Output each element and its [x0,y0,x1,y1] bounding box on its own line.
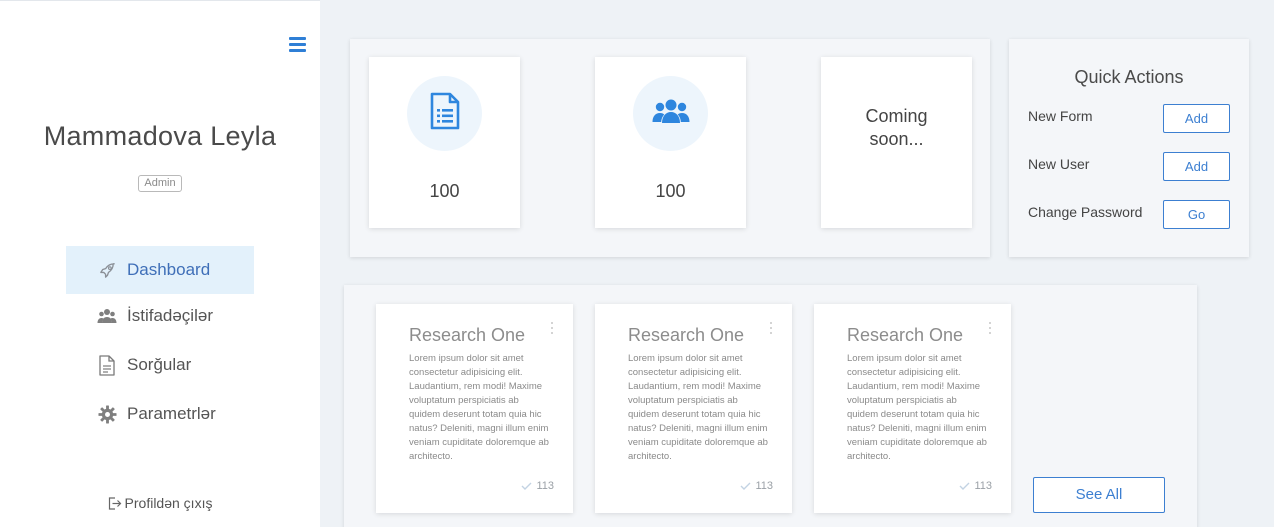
new-form-add-button[interactable]: Add [1163,104,1230,133]
sidebar-item-label: Parametrlər [127,404,216,423]
research-card-description: Lorem ipsum dolor sit amet consectetur a… [847,353,987,462]
more-options-icon[interactable] [550,322,554,338]
gear-icon [97,404,117,424]
logout-link[interactable]: Profildən çıxış [0,495,320,513]
stat-card-coming-soon: Coming soon... [821,57,972,228]
stat-card-forms[interactable]: 100 [369,57,520,228]
change-password-label: Change Password [1028,204,1143,220]
users-icon [97,306,117,326]
sidebar-item-settings[interactable]: Parametrlər [66,390,254,438]
count-value: 113 [974,480,992,492]
sidebar-item-label: Sorğular [127,355,192,374]
sidebar-item-label: Dashboard [127,260,211,279]
sidebar-item-dashboard[interactable]: Dashboard [66,246,254,294]
research-card[interactable]: Research One Lorem ipsum dolor sit amet … [814,304,1011,513]
role-badge: Admin [138,175,182,192]
form-document-icon [430,92,460,135]
quick-actions-title: Quick Actions [1074,67,1184,87]
see-all-button[interactable]: See All [1033,477,1165,513]
hamburger-menu-icon[interactable] [289,37,306,52]
research-card-description: Lorem ipsum dolor sit amet consectetur a… [628,353,768,462]
rocket-icon [97,260,117,280]
count-value: 113 [755,480,773,492]
research-card-description: Lorem ipsum dolor sit amet consectetur a… [409,353,549,462]
research-card[interactable]: Research One Lorem ipsum dolor sit amet … [595,304,792,513]
check-icon [959,482,970,490]
stat-icon-circle [407,76,482,151]
count-value: 113 [536,480,554,492]
more-options-icon[interactable] [769,322,773,338]
research-card-count: 113 [521,480,554,492]
sidebar: Mammadova Leyla Admin Dashboard İstifadə… [0,0,320,527]
research-card-title: Research One [847,325,964,345]
sign-out-icon [108,497,122,513]
user-name: Mammadova Leyla [43,121,277,151]
research-card-count: 113 [959,480,992,492]
new-user-label: New User [1028,156,1090,172]
stat-value: 100 [429,181,460,201]
coming-soon-text: Coming soon... [865,106,928,149]
sidebar-item-surveys[interactable]: Sorğular [66,341,254,389]
change-password-go-button[interactable]: Go [1163,200,1230,229]
quick-actions-panel: Quick Actions New Form Add New User Add … [1009,39,1249,257]
document-icon [97,354,117,376]
users-group-icon [652,98,690,129]
research-card-count: 113 [740,480,773,492]
check-icon [521,482,532,490]
sidebar-item-users[interactable]: İstifadəçilər [66,292,254,340]
sidebar-item-label: İstifadəçilər [127,306,213,325]
new-user-add-button[interactable]: Add [1163,152,1230,181]
research-card-title: Research One [409,325,526,345]
research-card[interactable]: Research One Lorem ipsum dolor sit amet … [376,304,573,513]
stat-value: 100 [655,181,686,201]
stat-icon-circle [633,76,708,151]
research-card-title: Research One [628,325,745,345]
check-icon [740,482,751,490]
logout-label: Profildən çıxış [124,495,213,511]
more-options-icon[interactable] [988,322,992,338]
stat-card-users[interactable]: 100 [595,57,746,228]
new-form-label: New Form [1028,108,1093,124]
